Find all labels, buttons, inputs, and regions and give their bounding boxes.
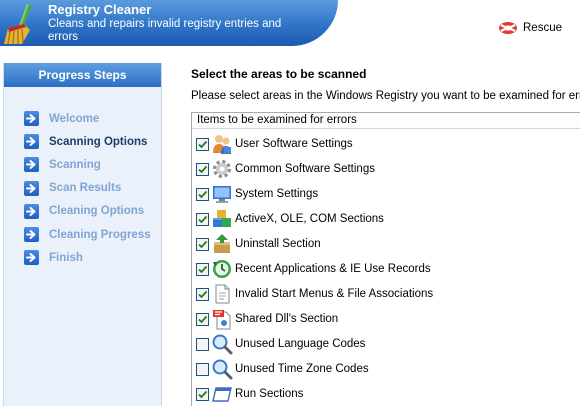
blocks-icon [213,210,231,227]
main-content: Select the areas to be scanned Please se… [191,63,580,406]
step-label: Scanning [49,158,101,171]
page-title: Select the areas to be scanned [191,67,367,81]
gear-icon [213,160,231,178]
list-item[interactable]: Common Software Settings [196,158,375,180]
rescue-button[interactable]: Rescue [498,19,562,37]
app-subtitle: Cleans and repairs invalid registry entr… [48,18,282,43]
uninstall-box-icon [214,234,230,253]
list-item-label: Uninstall Section [235,238,321,250]
monitor-icon [213,186,231,203]
checkbox-checked[interactable] [196,287,209,301]
title-bar: Registry Cleaner Cleans and repairs inva… [0,0,580,46]
app-title: Registry Cleaner [48,2,152,17]
list-item-label: ActiveX, OLE, COM Sections [235,213,384,225]
run-window-icon [212,387,232,402]
users-icon [213,135,231,154]
step-label: Scanning Options [49,135,148,148]
list-header: Items to be examined for errors [192,113,580,129]
arrow-right-icon [24,134,39,150]
list-item[interactable]: Invalid Start Menus & File Associations [196,283,433,305]
checkbox-checked[interactable] [196,262,209,276]
step-label: Scan Results [49,182,122,195]
checkbox-checked[interactable] [196,212,209,226]
arrow-right-icon [24,203,39,219]
scan-areas-list[interactable]: Items to be examined for errors User Sof… [191,112,580,406]
step-label: Cleaning Progress [49,228,151,241]
list-item-label: System Settings [235,188,319,200]
step-cleaning-options: Cleaning Options [4,200,161,223]
step-label: Finish [49,251,83,264]
arrow-right-icon [24,227,39,243]
arrow-right-icon [24,250,39,266]
step-welcome: Welcome [4,107,161,130]
step-cleaning-progress: Cleaning Progress [4,223,161,246]
magnifier-icon [212,359,233,380]
list-item-label: Common Software Settings [235,163,375,175]
magnifier-icon [212,334,233,355]
list-item[interactable]: Run Sections [196,383,303,405]
title-banner: Registry Cleaner Cleans and repairs inva… [0,0,338,46]
list-item[interactable]: Unused Time Zone Codes [196,358,369,380]
checkbox-checked[interactable] [196,312,209,326]
step-label: Cleaning Options [49,205,145,218]
checkbox-checked[interactable] [196,187,209,201]
page-description: Please select areas in the Windows Regis… [191,90,580,102]
step-finish: Finish [4,246,161,269]
list-item[interactable]: Recent Applications & IE Use Records [196,258,431,280]
rescue-label: Rescue [523,22,562,34]
lifebuoy-icon [499,22,517,34]
history-clock-icon [213,260,231,278]
dll-file-icon [213,310,231,330]
checkbox-checked[interactable] [196,137,209,151]
list-item[interactable]: ActiveX, OLE, COM Sections [196,208,384,230]
document-icon [215,284,230,304]
list-item-label: User Software Settings [235,138,353,150]
list-item-label: Shared Dll's Section [235,313,339,325]
list-item[interactable]: System Settings [196,183,318,205]
list-item-label: Invalid Start Menus & File Associations [235,288,434,300]
progress-steps-panel: Progress Steps Welcome Scanning Options Sc… [3,63,162,406]
list-item[interactable]: Unused Language Codes [196,333,365,355]
progress-steps-title: Progress Steps [4,63,161,87]
list-item-label: Recent Applications & IE Use Records [235,263,431,275]
checkbox-checked[interactable] [196,387,209,401]
broom-icon [4,3,32,45]
checkbox-unchecked[interactable] [196,362,209,376]
step-scan-results: Scan Results [4,177,161,200]
checkbox-unchecked[interactable] [196,337,209,351]
step-label: Welcome [49,112,100,125]
list-item-label: Run Sections [235,388,304,400]
arrow-right-icon [24,157,39,173]
list-item[interactable]: User Software Settings [196,133,353,155]
progress-steps-list: Welcome Scanning Options Scanning Scan Resu… [4,107,161,269]
list-item-label: Unused Language Codes [235,338,366,350]
list-item[interactable]: Uninstall Section [196,233,321,255]
checkbox-checked[interactable] [196,237,209,251]
step-scanning-options: Scanning Options [4,130,161,153]
arrow-right-icon [24,111,39,127]
list-item[interactable]: Shared Dll's Section [196,308,338,330]
checkbox-checked[interactable] [196,162,209,176]
arrow-right-icon [24,180,39,196]
list-item-label: Unused Time Zone Codes [235,363,369,375]
step-scanning: Scanning [4,153,161,176]
